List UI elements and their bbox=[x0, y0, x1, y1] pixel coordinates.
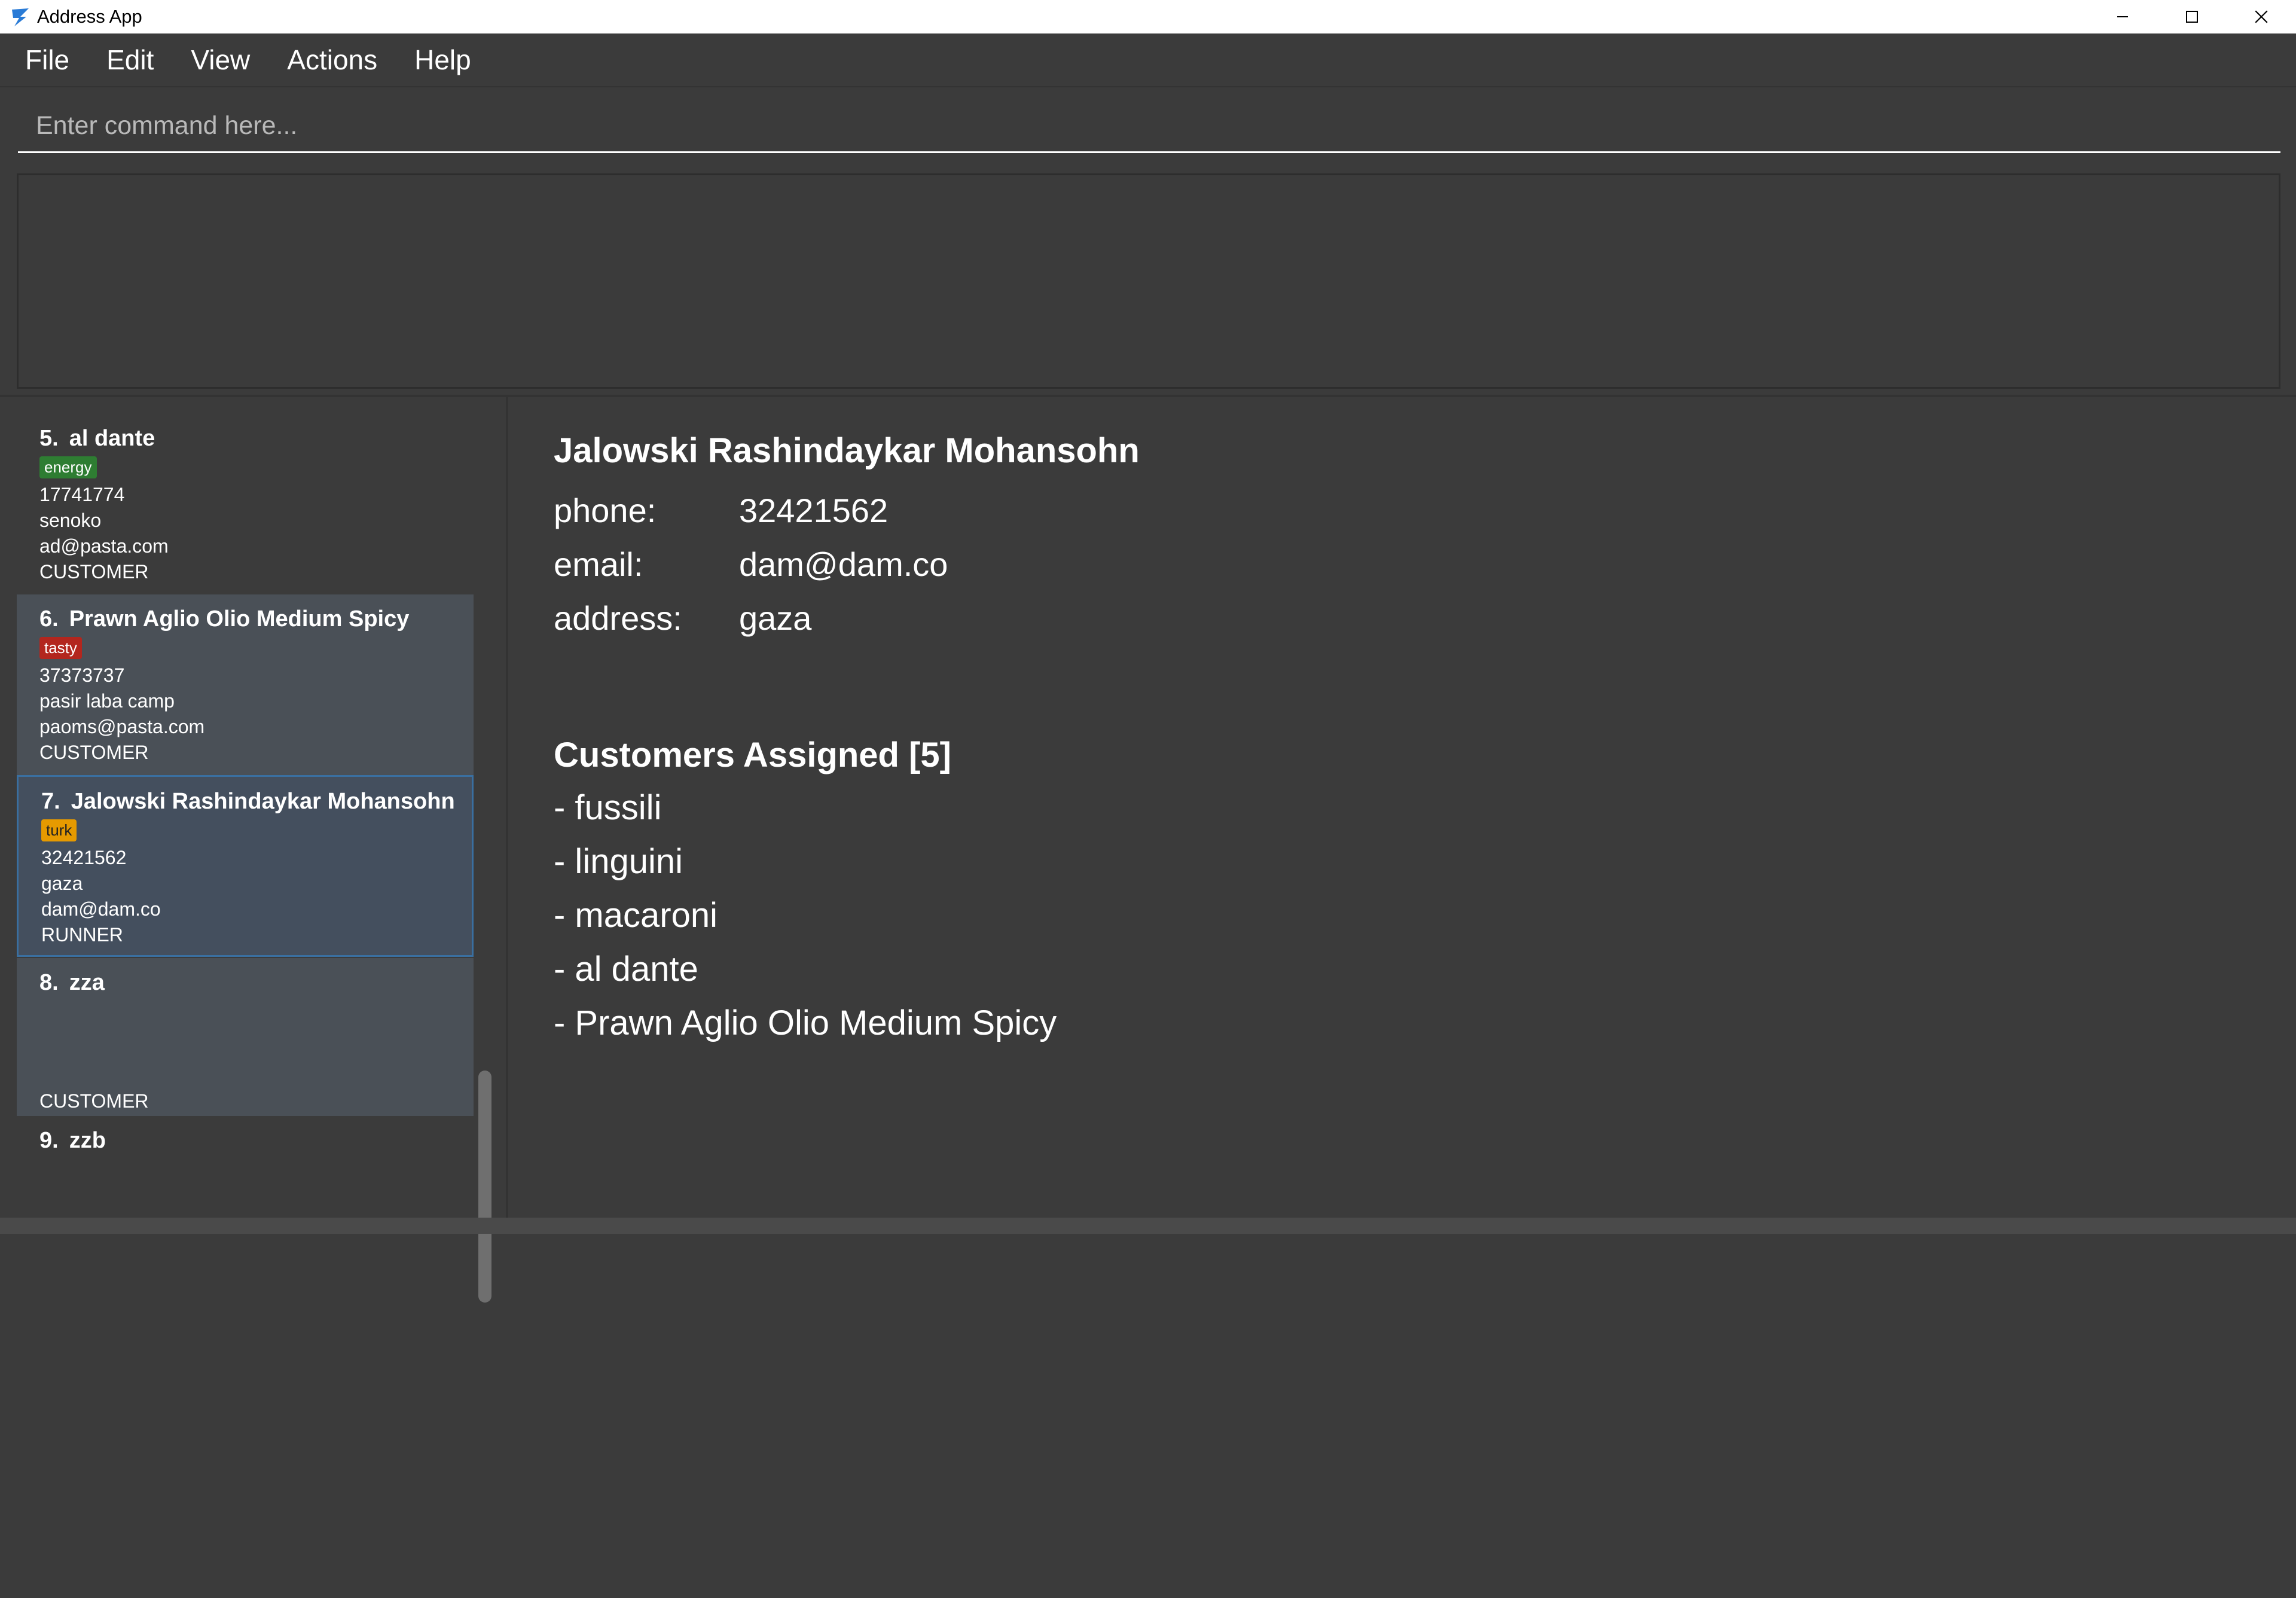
customer-list-item: - macaroni bbox=[554, 896, 718, 935]
person-card-index: 6. bbox=[39, 606, 59, 632]
person-email: dam@dam.co bbox=[41, 898, 161, 920]
detail-email-label: email: bbox=[554, 545, 643, 583]
customer-list-item: - fussili bbox=[554, 788, 662, 827]
person-address: senoko bbox=[39, 510, 102, 531]
close-button[interactable] bbox=[2227, 0, 2296, 33]
close-icon bbox=[2255, 10, 2268, 23]
result-display bbox=[17, 173, 2280, 389]
tag-badge: tasty bbox=[39, 637, 82, 659]
menu-bar: File Edit View Actions Help bbox=[0, 33, 2296, 87]
person-address: gaza bbox=[41, 873, 83, 894]
person-list[interactable]: 5. al dante energy 17741774 senoko ad@pas… bbox=[17, 414, 474, 1598]
person-card-name: Prawn Aglio Olio Medium Spicy bbox=[69, 606, 410, 632]
detail-address-label: address: bbox=[554, 599, 682, 637]
person-card-8[interactable]: 8. zza CUSTOMER bbox=[17, 958, 474, 1116]
person-list-panel: 5. al dante energy 17741774 senoko ad@pas… bbox=[0, 397, 508, 1303]
person-phone: 32421562 bbox=[41, 847, 127, 868]
person-card-title: 7. Jalowski Rashindaykar Mohansohn bbox=[41, 789, 472, 815]
person-role: RUNNER bbox=[41, 924, 123, 946]
person-card-index: 5. bbox=[39, 426, 59, 451]
person-card-5[interactable]: 5. al dante energy 17741774 senoko ad@pas… bbox=[17, 414, 474, 594]
tag-badge: energy bbox=[39, 456, 97, 478]
person-email: ad@pasta.com bbox=[39, 535, 169, 557]
command-box bbox=[18, 100, 2280, 153]
command-input[interactable] bbox=[36, 111, 2280, 141]
minimize-button[interactable] bbox=[2088, 0, 2157, 33]
person-phone: 37373737 bbox=[39, 664, 125, 686]
customers-assigned-title: Customers Assigned [5] bbox=[554, 736, 951, 774]
detail-phone-value: 32421562 bbox=[739, 492, 889, 529]
person-card-title: 5. al dante bbox=[39, 426, 474, 452]
person-detail-panel: Jalowski Rashindaykar Mohansohn phone: 3… bbox=[554, 431, 1140, 1050]
menu-file[interactable]: File bbox=[6, 44, 87, 76]
detail-email-row: email: dam@dam.co bbox=[554, 538, 1140, 591]
customer-list-item: - linguini bbox=[554, 842, 683, 881]
person-card-name: al dante bbox=[69, 426, 155, 451]
minimize-icon bbox=[2117, 16, 2128, 17]
person-card-name: zza bbox=[69, 970, 105, 995]
detail-phone-row: phone: 32421562 bbox=[554, 484, 1140, 538]
list-scrollbar[interactable] bbox=[478, 1071, 491, 1303]
person-card-name: Jalowski Rashindaykar Mohansohn bbox=[71, 789, 455, 814]
menu-help[interactable]: Help bbox=[395, 44, 489, 76]
person-address: pasir laba camp bbox=[39, 690, 175, 712]
title-bar: Address App bbox=[0, 0, 2296, 33]
person-card-title: 9. zzb bbox=[39, 1128, 474, 1154]
person-card-title: 8. zza bbox=[39, 970, 474, 996]
person-email: paoms@pasta.com bbox=[39, 716, 205, 737]
menu-actions[interactable]: Actions bbox=[268, 44, 395, 76]
person-card-9[interactable]: 9. zzb bbox=[17, 1116, 474, 1200]
window-title: Address App bbox=[37, 6, 142, 27]
status-bar bbox=[0, 1218, 2296, 1234]
person-card-name: zzb bbox=[69, 1128, 106, 1153]
detail-address-value: gaza bbox=[739, 599, 812, 637]
person-card-index: 9. bbox=[39, 1128, 59, 1153]
customer-list-item: - Prawn Aglio Olio Medium Spicy bbox=[554, 1004, 1057, 1042]
person-card-title: 6. Prawn Aglio Olio Medium Spicy bbox=[39, 606, 474, 632]
person-role: CUSTOMER bbox=[39, 742, 149, 763]
person-card-index: 7. bbox=[41, 789, 60, 814]
detail-address-row: address: gaza bbox=[554, 591, 1140, 645]
person-card-6[interactable]: 6. Prawn Aglio Olio Medium Spicy tasty 37… bbox=[17, 594, 474, 775]
detail-email-value: dam@dam.co bbox=[739, 545, 948, 583]
tag-badge: turk bbox=[41, 819, 77, 841]
customer-list-item: - al dante bbox=[554, 950, 698, 989]
maximize-button[interactable] bbox=[2157, 0, 2227, 33]
detail-phone-label: phone: bbox=[554, 492, 657, 529]
menu-edit[interactable]: Edit bbox=[87, 44, 172, 76]
person-card-7[interactable]: 7. Jalowski Rashindaykar Mohansohn turk 3… bbox=[17, 775, 474, 957]
detail-name: Jalowski Rashindaykar Mohansohn bbox=[554, 431, 1140, 470]
maximize-icon bbox=[2186, 11, 2198, 23]
person-role: CUSTOMER bbox=[39, 1090, 149, 1112]
menu-view[interactable]: View bbox=[172, 44, 268, 76]
person-phone: 17741774 bbox=[39, 484, 125, 505]
app-logo-icon bbox=[12, 8, 29, 26]
person-role: CUSTOMER bbox=[39, 561, 149, 583]
person-card-index: 8. bbox=[39, 970, 59, 995]
